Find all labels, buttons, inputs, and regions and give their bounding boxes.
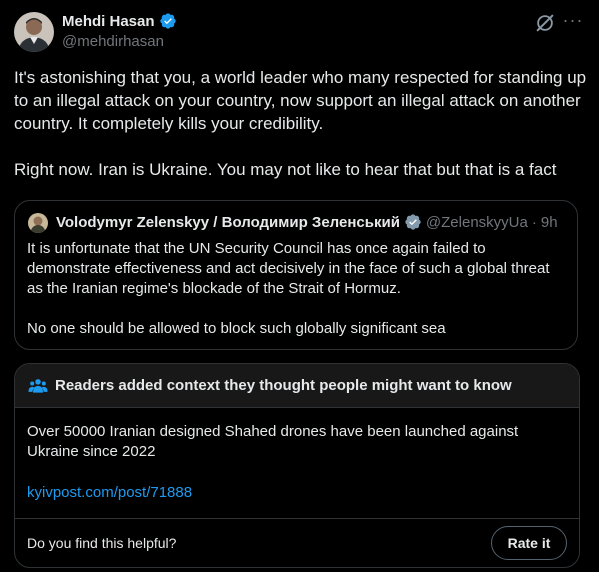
people-icon	[28, 376, 48, 396]
author-avatar[interactable]	[14, 12, 54, 52]
quote-author-name[interactable]: Volodymyr Zelenskyy / Володимир Зеленськ…	[56, 214, 400, 231]
more-options-icon[interactable]: ···	[561, 10, 585, 34]
helpful-question: Do you find this helpful?	[27, 535, 177, 551]
grok-icon[interactable]	[534, 12, 556, 34]
tweet-paragraph: It's astonishing that you, a world leade…	[14, 68, 587, 133]
quote-header: Volodymyr Zelenskyy / Володимир Зеленськ…	[56, 213, 558, 231]
quote-author-avatar[interactable]	[28, 213, 48, 233]
quote-author-handle[interactable]: @ZelenskyyUa	[426, 214, 528, 231]
author-handle[interactable]: @mehdirhasan	[62, 33, 164, 50]
author-name-row: Mehdi Hasan	[62, 12, 177, 30]
author-name[interactable]: Mehdi Hasan	[62, 13, 155, 30]
verified-badge-icon	[159, 12, 177, 30]
quote-paragraph: It is unfortunate that the UN Security C…	[27, 240, 550, 297]
tweet-text: It's astonishing that you, a world leade…	[14, 66, 589, 181]
tweet-paragraph: Right now. Iran is Ukraine. You may not …	[14, 160, 557, 179]
community-note-header: Readers added context they thought peopl…	[15, 364, 579, 408]
quote-text: It is unfortunate that the UN Security C…	[27, 239, 567, 339]
post: Mehdi Hasan @mehdirhasan ··· It's astoni…	[0, 0, 599, 572]
community-note-footer: Do you find this helpful? Rate it	[15, 518, 579, 567]
community-note: Readers added context they thought peopl…	[14, 363, 580, 568]
community-note-body: Over 50000 Iranian designed Shahed drone…	[27, 423, 519, 460]
rate-it-button[interactable]: Rate it	[491, 526, 567, 560]
community-note-title: Readers added context they thought peopl…	[55, 377, 512, 394]
quote-timestamp[interactable]: 9h	[541, 214, 558, 231]
quoted-tweet[interactable]: Volodymyr Zelenskyy / Володимир Зеленськ…	[14, 200, 578, 350]
quote-verified-badge-icon	[404, 213, 422, 231]
quote-paragraph: No one should be allowed to block such g…	[27, 320, 446, 337]
community-note-link[interactable]: kyivpost.com/post/71888	[27, 484, 192, 501]
quote-separator: ·	[531, 213, 537, 231]
